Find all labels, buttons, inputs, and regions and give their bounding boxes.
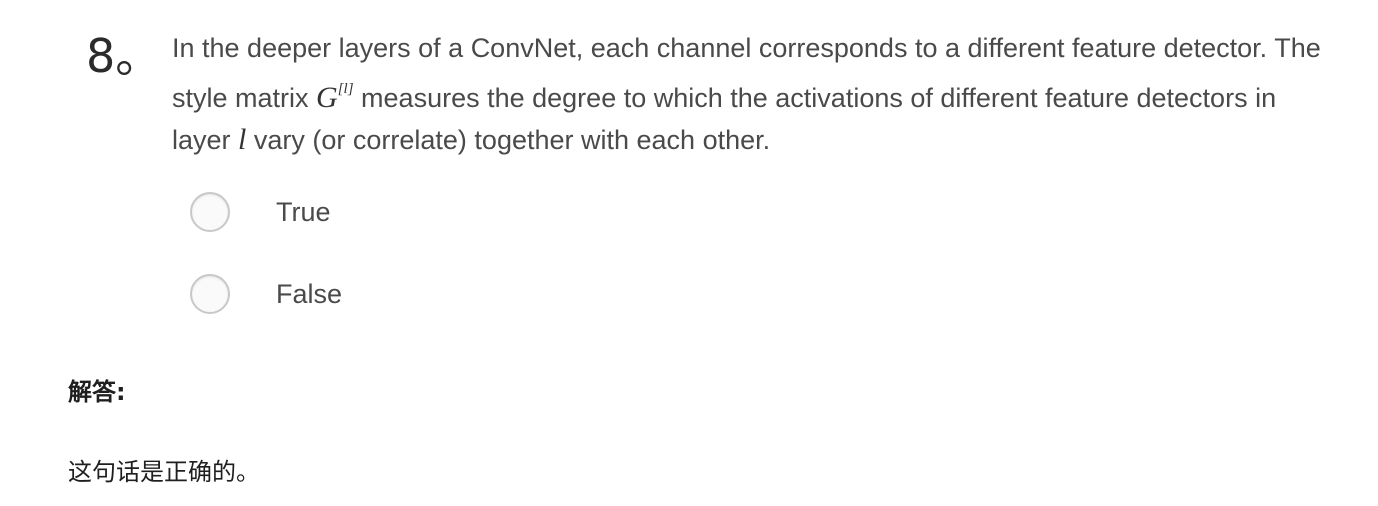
option-true-label[interactable]: True <box>276 197 331 228</box>
style-matrix-letter: G <box>316 81 338 114</box>
question-text-part3: vary (or correlate) together with each o… <box>246 125 771 155</box>
answer-label: 解答: <box>68 378 126 406</box>
option-true[interactable]: True <box>190 190 331 234</box>
radio-false[interactable] <box>190 274 230 314</box>
option-false-label[interactable]: False <box>276 279 342 310</box>
radio-true[interactable] <box>190 192 230 232</box>
answer-text: 这句话是正确的。 <box>68 458 260 486</box>
option-false[interactable]: False <box>190 272 342 316</box>
question-number: 8。 <box>86 29 162 83</box>
question-text: In the deeper layers of a ConvNet, each … <box>172 28 1332 161</box>
style-matrix-symbol: G[l] <box>316 81 354 114</box>
style-matrix-superscript: [l] <box>337 81 354 97</box>
